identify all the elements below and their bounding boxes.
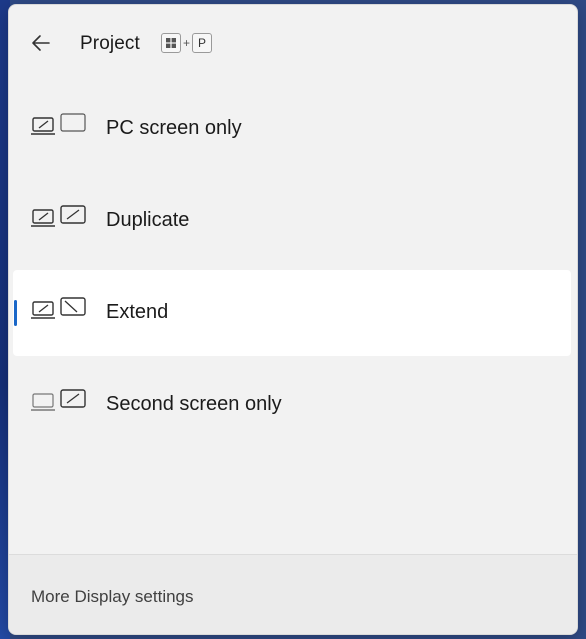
option-label: Second screen only — [106, 393, 282, 415]
arrow-left-icon — [32, 35, 50, 51]
selected-indicator — [14, 300, 17, 326]
pc-screen-only-icon — [31, 113, 86, 135]
keyboard-shortcut: + P — [161, 33, 213, 53]
flyout-footer: More Display settings — [9, 554, 577, 634]
shortcut-plus: + — [183, 36, 191, 50]
back-button[interactable] — [27, 29, 55, 57]
option-second-screen-only[interactable]: Second screen only — [13, 362, 571, 448]
option-label: Extend — [106, 301, 169, 323]
option-label: Duplicate — [106, 209, 190, 231]
flyout-header: Project + P — [9, 5, 577, 85]
second-screen-only-icon — [31, 389, 86, 411]
option-duplicate[interactable]: Duplicate — [13, 178, 571, 264]
project-flyout: Project + P PC screen only Duplicate Ext… — [8, 4, 578, 635]
windows-key-icon — [161, 33, 181, 53]
extend-icon — [31, 297, 86, 319]
p-key: P — [192, 33, 213, 53]
page-title: Project — [80, 33, 140, 54]
more-display-settings-link[interactable]: More Display settings — [31, 587, 194, 607]
option-pc-screen-only[interactable]: PC screen only — [13, 86, 571, 172]
option-extend[interactable]: Extend — [13, 270, 571, 356]
duplicate-icon — [31, 205, 86, 227]
option-label: PC screen only — [106, 117, 242, 139]
